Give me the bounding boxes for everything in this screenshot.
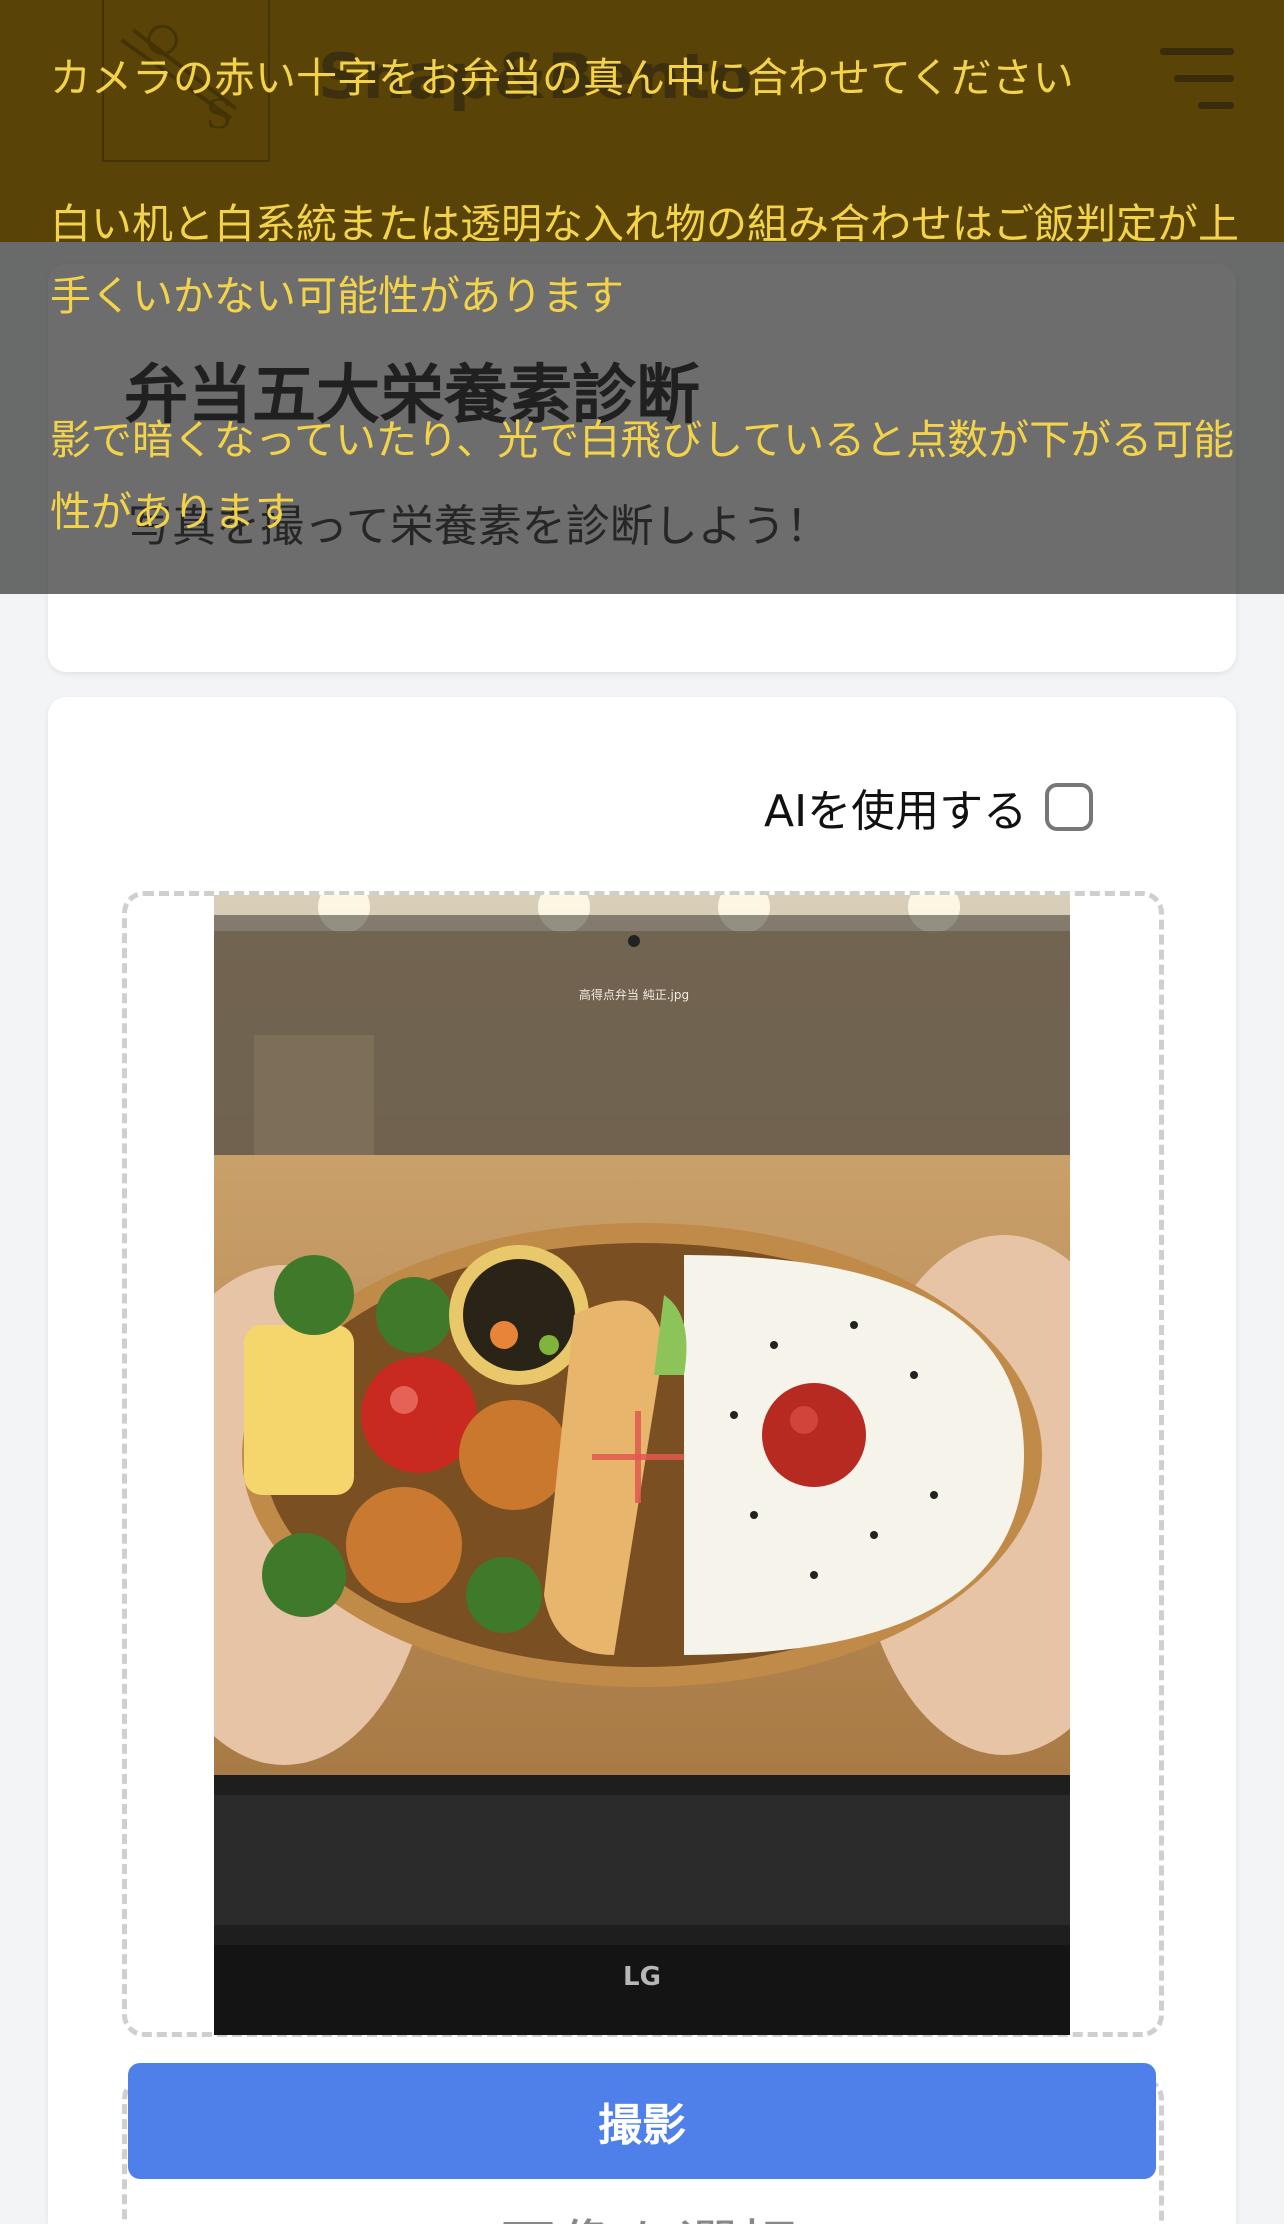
ai-toggle[interactable]: AIを使用する bbox=[764, 777, 1094, 837]
app-logo[interactable]: S bbox=[102, 0, 270, 162]
hamburger-menu-icon[interactable] bbox=[1160, 48, 1234, 110]
screen-filename: 高得点弁当 純正.jpg bbox=[579, 987, 689, 1002]
app-header: S Snap&Bento bbox=[0, 0, 1284, 242]
page-title: 弁当五大栄養素診断 bbox=[124, 359, 700, 433]
camera-preview[interactable]: 高得点弁当 純正.jpg LG bbox=[214, 895, 1070, 2035]
laptop-brand: LG bbox=[623, 1962, 661, 1992]
camera-card: AIを使用する 画像を選択 bbox=[48, 697, 1236, 2224]
chopsticks-logo-icon: S bbox=[120, 24, 237, 138]
capture-button[interactable]: 撮影 bbox=[128, 2063, 1156, 2179]
app-title: Snap&Bento bbox=[318, 40, 753, 113]
ai-toggle-label: AIを使用する bbox=[764, 786, 1028, 837]
select-image-label[interactable]: 画像を選択 bbox=[127, 2200, 1169, 2224]
ai-checkbox[interactable] bbox=[1045, 783, 1094, 831]
page-subtitle: 写真を撮って栄養素を診断しよう！ bbox=[128, 501, 830, 552]
logo-letter: S bbox=[206, 93, 233, 138]
intro-card: 弁当五大栄養素診断 写真を撮って栄養素を診断しよう！ bbox=[48, 264, 1236, 672]
